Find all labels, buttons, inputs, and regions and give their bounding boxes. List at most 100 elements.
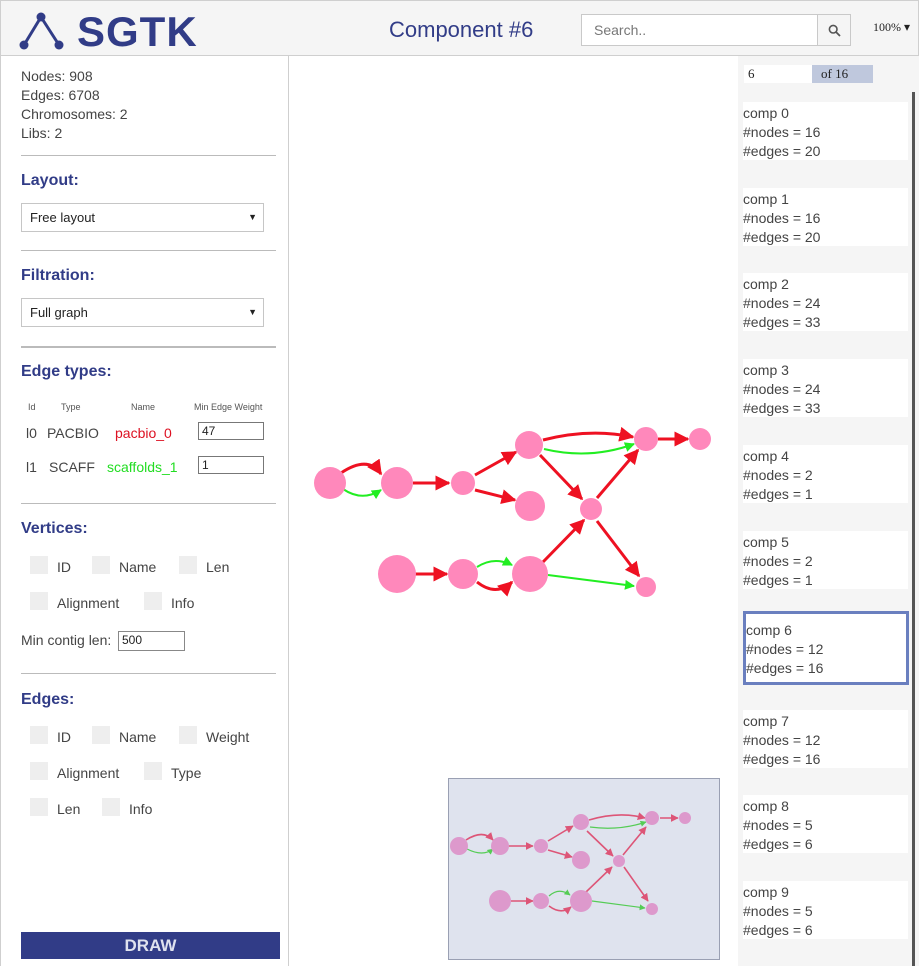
divider	[21, 673, 276, 674]
edge-len-checkbox[interactable]	[30, 798, 48, 816]
page-total: of 16	[812, 65, 873, 83]
component-card[interactable]: comp 2 #nodes = 24 #edges = 33	[743, 273, 908, 331]
filtration-select-value: Full graph	[30, 305, 88, 320]
component-card[interactable]: comp 0 #nodes = 16 #edges = 20	[743, 102, 908, 160]
component-nodes: #nodes = 24	[743, 295, 821, 311]
draw-button[interactable]: DRAW	[21, 932, 280, 959]
column-header-name: Name	[131, 402, 156, 412]
search-input[interactable]	[582, 15, 817, 45]
component-nodes: #nodes = 5	[743, 817, 813, 833]
filtration-select[interactable]: Full graph ▼	[21, 298, 264, 327]
graph-edge	[476, 556, 513, 568]
checkbox-label: Len	[57, 801, 81, 817]
edge-id-checkbox[interactable]	[30, 726, 48, 744]
component-edges: #edges = 1	[743, 486, 813, 502]
checkbox-label: ID	[57, 559, 71, 575]
min-contig-label: Min contig len:	[21, 632, 112, 648]
vertex-id-checkbox[interactable]	[30, 556, 48, 574]
filtration-title: Filtration:	[21, 267, 95, 284]
edge-type-id: l0	[26, 425, 37, 441]
component-card[interactable]: comp 9 #nodes = 5 #edges = 6	[743, 881, 908, 939]
checkbox-label: Weight	[206, 729, 250, 745]
graph-logo-icon	[19, 12, 64, 50]
component-nodes: #nodes = 12	[746, 641, 824, 657]
edge-weight-checkbox[interactable]	[179, 726, 197, 744]
component-card[interactable]: comp 5 #nodes = 2 #edges = 1	[743, 531, 908, 589]
graph-node	[515, 431, 543, 459]
component-edges: #edges = 1	[743, 572, 813, 588]
component-card[interactable]: comp 7 #nodes = 12 #edges = 16	[743, 710, 908, 768]
top-bar: SGTK Component #6 100% ▾	[0, 0, 919, 56]
component-name: comp 5	[743, 534, 789, 550]
graph-edge	[538, 453, 584, 501]
min-contig-input[interactable]: 500	[118, 631, 185, 651]
vertex-name-checkbox[interactable]	[92, 556, 110, 574]
component-edges: #edges = 6	[743, 836, 813, 852]
edge-info-checkbox[interactable]	[102, 798, 120, 816]
dropdown-caret-icon: ▼	[248, 307, 257, 317]
zoom-dropdown[interactable]: 100% ▾	[873, 20, 910, 35]
column-header-weight: Min Edge Weight	[194, 402, 263, 412]
graph-edge	[542, 426, 635, 442]
graph-node	[314, 467, 346, 499]
graph-node	[636, 577, 656, 597]
scrollbar[interactable]	[912, 92, 915, 966]
component-nodes: #nodes = 24	[743, 381, 821, 397]
component-edges: #edges = 20	[743, 229, 821, 245]
component-name: comp 9	[743, 884, 789, 900]
component-nodes: #nodes = 12	[743, 732, 821, 748]
edge-type-name: scaffolds_1	[107, 459, 178, 475]
checkbox-label: Alignment	[57, 595, 120, 611]
chromosomes-count: Chromosomes: 2	[21, 106, 128, 122]
component-graph[interactable]	[290, 56, 738, 776]
graph-edge	[474, 450, 518, 477]
graph-node	[634, 427, 658, 451]
layout-select-value: Free layout	[30, 210, 96, 225]
search-button[interactable]	[817, 15, 850, 45]
edge-alignment-checkbox[interactable]	[30, 762, 48, 780]
search-box	[581, 14, 851, 46]
component-card[interactable]: comp 3 #nodes = 24 #edges = 33	[743, 359, 908, 417]
component-nodes: #nodes = 5	[743, 903, 813, 919]
component-edges: #edges = 16	[743, 751, 821, 767]
layout-select[interactable]: Free layout ▼	[21, 203, 264, 232]
graph-edge	[595, 520, 641, 578]
graph-minimap[interactable]	[448, 778, 720, 960]
vertex-alignment-checkbox[interactable]	[30, 592, 48, 610]
component-edges: #edges = 16	[746, 660, 824, 676]
component-name: comp 8	[743, 798, 789, 814]
vertex-len-checkbox[interactable]	[179, 556, 197, 574]
edge-type-checkbox[interactable]	[144, 762, 162, 780]
graph-node	[515, 491, 545, 521]
edge-type-type: SCAFF	[49, 459, 95, 475]
nodes-count: Nodes: 908	[21, 68, 93, 84]
column-header-id: Id	[28, 402, 36, 412]
app-logo-text[interactable]: SGTK	[77, 9, 198, 55]
component-card[interactable]: comp 4 #nodes = 2 #edges = 1	[743, 445, 908, 503]
checkbox-label: ID	[57, 729, 71, 745]
vertex-info-checkbox[interactable]	[144, 592, 162, 610]
edges-title: Edges:	[21, 691, 75, 708]
graph-node	[448, 559, 478, 589]
component-edges: #edges = 33	[743, 314, 821, 330]
graph-edge	[543, 442, 635, 455]
component-name: comp 0	[743, 105, 789, 121]
graph-edge	[547, 574, 635, 590]
checkbox-label: Name	[119, 729, 157, 745]
graph-node	[381, 467, 413, 499]
edge-name-checkbox[interactable]	[92, 726, 110, 744]
component-card[interactable]: comp 8 #nodes = 5 #edges = 6	[743, 795, 908, 853]
layout-title: Layout:	[21, 172, 79, 189]
checkbox-label: Len	[206, 559, 230, 575]
component-nodes: #nodes = 2	[743, 553, 813, 569]
page-number-input[interactable]: 6	[744, 65, 812, 83]
min-edge-weight-input[interactable]: 1	[198, 456, 264, 474]
min-edge-weight-input[interactable]: 47	[198, 422, 264, 440]
component-name: comp 1	[743, 191, 789, 207]
component-name: comp 2	[743, 276, 789, 292]
edge-type-id: l1	[26, 459, 37, 475]
component-card[interactable]: comp 1 #nodes = 16 #edges = 20	[743, 188, 908, 246]
graph-edge	[476, 580, 514, 597]
checkbox-label: Type	[171, 765, 202, 781]
component-card-selected[interactable]: comp 6 #nodes = 12 #edges = 16	[743, 611, 909, 685]
